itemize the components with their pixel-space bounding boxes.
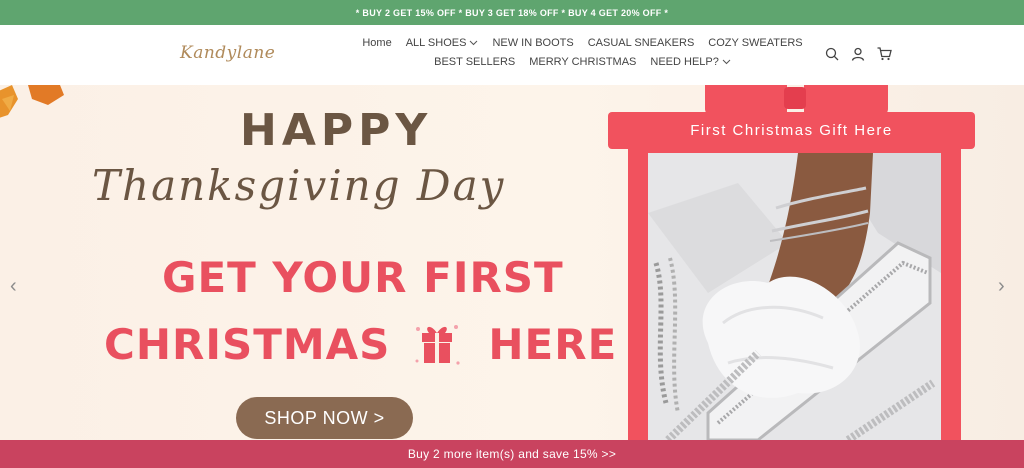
site-header: Kandylane Home ALL SHOES NEW IN BOOTS CA… (0, 25, 1024, 85)
carousel-prev-arrow[interactable]: ‹ (10, 275, 17, 298)
gift-icon (415, 325, 460, 365)
gift-frame: First Christmas Gift Here (608, 85, 978, 440)
nav-merry-christmas[interactable]: MERRY CHRISTMAS (522, 56, 643, 68)
hero-headline-here: HERE (488, 319, 618, 369)
nav-cozy-sweaters[interactable]: COZY SWEATERS (701, 37, 809, 49)
cart-discount-text: Buy 2 more item(s) and save 15% >> (407, 447, 617, 461)
hero-banner[interactable]: HAPPY Thanksgiving Day GET YOUR FIRST CH… (0, 85, 1024, 440)
gift-body (628, 149, 961, 440)
cart-icon[interactable] (876, 46, 892, 62)
nav-home[interactable]: Home (355, 37, 398, 49)
account-icon[interactable] (850, 46, 866, 62)
site-logo[interactable]: Kandylane (180, 43, 275, 63)
gift-title: First Christmas Gift Here (690, 122, 893, 139)
hero-headline-line1: GET YOUR FIRST (162, 253, 564, 302)
search-icon[interactable] (824, 46, 840, 62)
cart-discount-bar[interactable]: Buy 2 more item(s) and save 15% >> (0, 440, 1024, 468)
hero-headline-line2: CHRISTMAS HERE (104, 319, 617, 369)
hero-headline-christmas: CHRISTMAS (104, 319, 391, 369)
hero-happy-heading: HAPPY (240, 105, 433, 156)
gift-bow-knot (784, 87, 806, 109)
shop-now-button[interactable]: SHOP NOW > (236, 397, 413, 439)
gift-bow-right (804, 85, 888, 115)
carousel-next-arrow[interactable]: › (998, 275, 1005, 298)
nav-new-in-boots[interactable]: NEW IN BOOTS (485, 37, 580, 49)
hero-thanksgiving-script: Thanksgiving Day (92, 161, 506, 210)
promo-banner: * BUY 2 GET 15% OFF * BUY 3 GET 18% OFF … (0, 0, 1024, 25)
gift-title-banner: First Christmas Gift Here (608, 112, 975, 149)
chevron-down-icon (722, 59, 731, 65)
fuzzy-slipper-illustration (648, 153, 941, 440)
nav-best-sellers[interactable]: BEST SELLERS (427, 56, 522, 68)
header-actions (824, 46, 892, 62)
chevron-down-icon (470, 40, 478, 46)
nav-all-shoes[interactable]: ALL SHOES (399, 37, 486, 49)
nav-casual-sneakers[interactable]: CASUAL SNEAKERS (581, 37, 702, 49)
product-photo-slipper (648, 153, 941, 440)
main-nav: Home ALL SHOES NEW IN BOOTS CASUAL SNEAK… (345, 37, 820, 68)
gift-bow-left (705, 85, 787, 115)
autumn-leaf-icon (0, 85, 64, 118)
promo-text: * BUY 2 GET 15% OFF * BUY 3 GET 18% OFF … (355, 7, 669, 18)
nav-need-help[interactable]: NEED HELP? (643, 56, 737, 68)
